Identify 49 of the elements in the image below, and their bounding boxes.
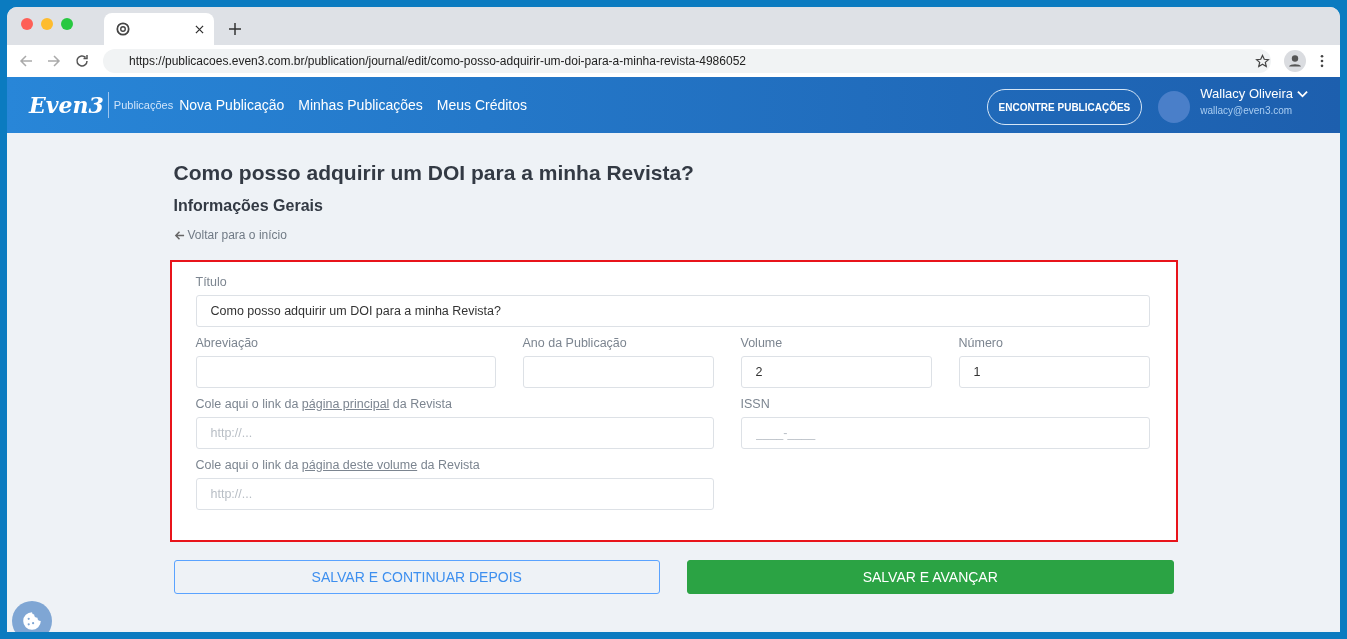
year-input[interactable]: [522, 355, 714, 388]
nav-link[interactable]: Meus Créditos: [436, 97, 528, 113]
browser-tab[interactable]: [104, 13, 214, 45]
minimize-window-button[interactable]: [41, 18, 53, 30]
issn-input[interactable]: ____-____: [740, 416, 1150, 449]
address-bar[interactable]: https://publicacoes.even3.com.br/publication/journal/edit/como-posso-adquirir-um-doi-para-a-minha-revista-4986052: [103, 49, 1271, 73]
main-page-url-input[interactable]: http://...: [195, 416, 714, 449]
nav-link[interactable]: Nova Publicação: [179, 97, 285, 113]
logo-subtitle: Publicações: [113, 99, 174, 111]
menu-icon[interactable]: [1320, 54, 1324, 68]
field-label: Número: [958, 335, 1004, 350]
user-email: wallacy@even3.com: [1200, 105, 1294, 116]
user-name[interactable]: Wallacy Oliveira: [1200, 86, 1293, 101]
field-label: Abreviação: [195, 335, 260, 350]
number-input[interactable]: 1: [958, 355, 1150, 388]
page-title: Como posso adquirir um DOI para a minha Revista?: [173, 161, 695, 185]
reload-icon[interactable]: [75, 54, 89, 68]
bookmark-star-icon[interactable]: [1255, 53, 1270, 69]
forward-arrow-icon[interactable]: [47, 54, 61, 68]
abbreviation-input[interactable]: [195, 355, 496, 388]
nav-link[interactable]: Minhas Publicações: [298, 97, 423, 113]
field-label: Cole aqui o link da página deste volume da Revista: [195, 457, 481, 472]
field-label: Cole aqui o link da página principal da Revista: [195, 396, 453, 411]
field-label: ISSN: [740, 396, 771, 411]
back-arrow-icon[interactable]: [19, 54, 33, 68]
field-label: Volume: [740, 335, 784, 350]
new-tab-icon[interactable]: [229, 23, 241, 35]
browser-logo-icon: [116, 22, 130, 36]
volume-page-url-input[interactable]: http://...: [195, 477, 714, 510]
close-window-button[interactable]: [21, 18, 33, 30]
field-label: Título: [195, 274, 228, 289]
avatar[interactable]: [1158, 91, 1191, 123]
main-page-link[interactable]: página principal: [301, 396, 390, 411]
maximize-window-button[interactable]: [61, 18, 73, 30]
cookie-icon: [21, 610, 43, 632]
title-input[interactable]: Como posso adquirir um DOI para a minha Revista?: [195, 294, 1150, 327]
save-later-button[interactable]: SALVAR E CONTINUAR DEPOIS: [173, 559, 660, 594]
field-label: Ano da Publicação: [522, 335, 628, 350]
back-link[interactable]: Voltar para o início: [173, 228, 287, 242]
chevron-down-icon[interactable]: [1297, 89, 1308, 98]
logo[interactable]: Even3: [29, 92, 109, 118]
volume-input[interactable]: 2: [740, 355, 932, 388]
section-title: Informações Gerais: [173, 197, 324, 215]
close-tab-icon[interactable]: [195, 24, 204, 34]
profile-icon[interactable]: [1284, 50, 1306, 72]
save-next-button[interactable]: SALVAR E AVANÇAR: [687, 559, 1174, 594]
left-arrow-icon: [173, 229, 185, 241]
cookie-button[interactable]: [12, 601, 52, 632]
volume-page-link[interactable]: página deste volume: [301, 457, 418, 472]
